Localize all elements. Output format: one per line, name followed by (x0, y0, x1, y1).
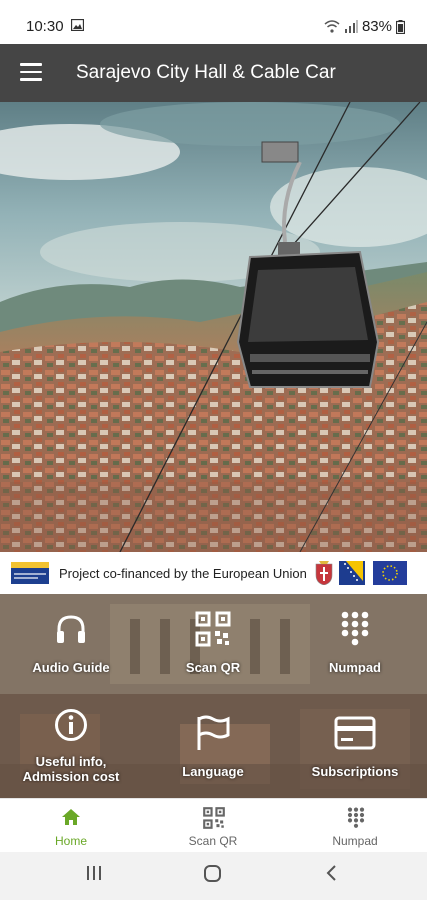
qr-code-icon (195, 611, 231, 647)
nav-numpad[interactable]: Numpad (284, 799, 426, 853)
back-icon[interactable] (324, 864, 338, 882)
flag-icon (197, 715, 230, 750)
signal-icon (344, 20, 358, 33)
subscriptions-tile[interactable]: Subscriptions (284, 694, 426, 794)
battery-percent: 83% (361, 18, 392, 35)
hamburger-menu-icon[interactable] (20, 63, 42, 83)
programme-logo (11, 562, 49, 584)
scan-qr-label: Scan QR (185, 660, 241, 675)
subscriptions-label: Subscriptions (311, 764, 399, 779)
nav-scan-qr[interactable]: Scan QR (142, 799, 284, 853)
headphones-icon (57, 615, 85, 643)
recent-apps-icon[interactable] (85, 864, 103, 882)
numpad-icon (341, 611, 369, 646)
status-time: 10:30 (26, 18, 64, 35)
useful-info-label-line2: Admission cost (22, 769, 120, 784)
card-icon (334, 716, 376, 750)
status-bar: 10:30 83% (0, 0, 427, 44)
home-icon (62, 809, 80, 825)
useful-info-label-line1: Useful info, (35, 754, 107, 769)
serbia-coat-of-arms-icon (315, 561, 333, 585)
scan-qr-tile[interactable]: Scan QR (142, 594, 284, 694)
app-bar: Sarajevo City Hall & Cable Car (0, 44, 427, 102)
numpad-label: Numpad (329, 660, 381, 675)
info-icon (55, 709, 87, 741)
system-navigation-bar (0, 852, 427, 900)
language-tile[interactable]: Language (142, 694, 284, 794)
gallery-icon (71, 19, 84, 31)
page-title: Sarajevo City Hall & Cable Car (76, 62, 336, 83)
bosnia-flag-icon (338, 561, 365, 585)
nav-numpad-label: Numpad (332, 834, 378, 848)
status-indicators: 83% (324, 18, 405, 35)
battery-icon (396, 19, 405, 34)
audio-guide-label: Audio Guide (32, 660, 110, 675)
useful-info-label: Useful info, Admission cost (0, 754, 142, 784)
eu-banner-text: Project co-financed by the European Unio… (59, 565, 307, 581)
nav-home[interactable]: Home (0, 799, 142, 853)
main-menu-grid: Audio Guide Scan QR Numpad Useful info, … (0, 594, 427, 798)
eu-flag-icon (372, 561, 407, 585)
qr-code-icon (203, 807, 225, 829)
useful-info-tile[interactable]: Useful info, Admission cost (0, 694, 142, 794)
numpad-icon (347, 807, 365, 828)
eu-cofinancing-banner: Project co-financed by the European Unio… (0, 552, 427, 594)
numpad-tile[interactable]: Numpad (284, 594, 426, 694)
audio-guide-tile[interactable]: Audio Guide (0, 594, 142, 694)
bottom-navigation: Home Scan QR Numpad (0, 798, 427, 853)
wifi-icon (324, 20, 340, 33)
hero-image (0, 102, 427, 552)
home-button-icon[interactable] (203, 864, 223, 884)
nav-home-label: Home (54, 834, 87, 848)
nav-scan-qr-label: Scan QR (188, 834, 238, 848)
language-label: Language (182, 764, 244, 779)
